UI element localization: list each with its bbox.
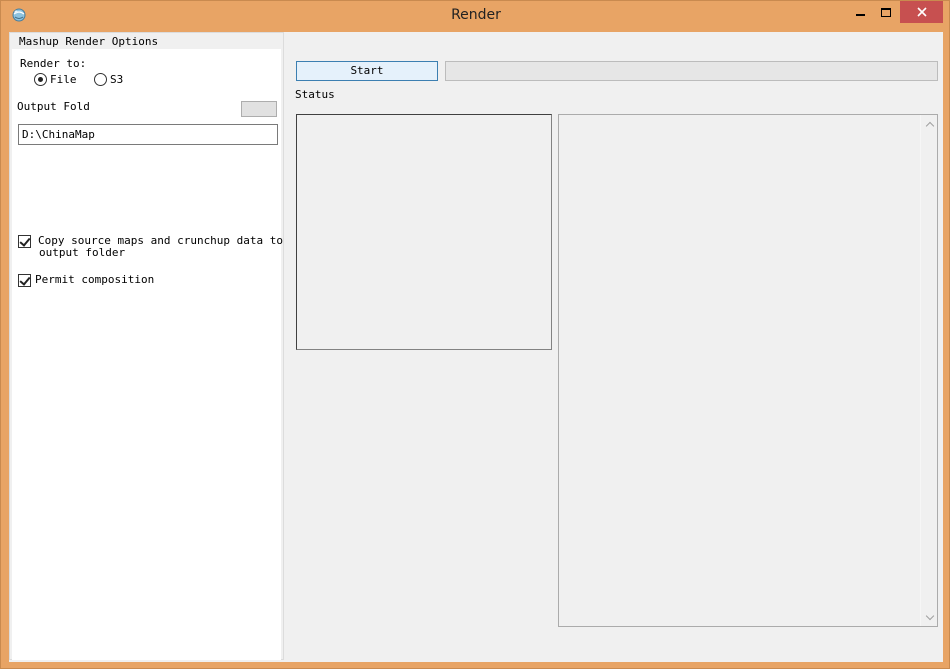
radio-file-label[interactable]: File (50, 73, 77, 86)
render-options-group: Render to: File S3 Output Fold Mashup Re… (9, 32, 284, 660)
render-progress-bar (445, 61, 938, 81)
radio-s3-label[interactable]: S3 (110, 73, 123, 86)
permit-composition-label[interactable]: Permit composition (35, 273, 154, 286)
minimize-button[interactable] (847, 1, 873, 23)
chevron-down-icon (925, 611, 934, 620)
browse-folder-button[interactable] (241, 101, 277, 117)
maximize-icon (881, 7, 891, 17)
status-label: Status (295, 88, 335, 101)
radio-file[interactable] (34, 73, 47, 86)
copy-source-label-line2[interactable]: output folder (39, 246, 125, 259)
render-window: Render Render to: File S3 Output Fold Ma… (0, 0, 950, 669)
radio-s3[interactable] (94, 73, 107, 86)
scroll-up-button[interactable] (921, 115, 938, 132)
title-bar[interactable]: Render (1, 1, 950, 31)
close-button[interactable] (900, 1, 943, 23)
status-log[interactable] (558, 114, 938, 627)
render-to-label: Render to: (20, 57, 87, 70)
preview-panel (296, 114, 552, 350)
copy-source-checkbox[interactable] (18, 235, 31, 248)
output-folder-label: Output Fold (17, 100, 90, 113)
client-area: Render to: File S3 Output Fold Mashup Re… (9, 32, 943, 662)
maximize-button[interactable] (873, 1, 899, 23)
minimize-icon (855, 14, 865, 16)
start-button[interactable]: Start (296, 61, 438, 81)
chevron-up-icon (925, 121, 934, 130)
close-icon (916, 7, 927, 17)
scroll-down-button[interactable] (921, 609, 938, 626)
log-scrollbar[interactable] (920, 115, 937, 626)
group-title: Mashup Render Options (16, 35, 162, 48)
window-title: Render (451, 7, 501, 23)
permit-composition-checkbox[interactable] (18, 274, 31, 287)
output-folder-input[interactable] (18, 124, 278, 145)
